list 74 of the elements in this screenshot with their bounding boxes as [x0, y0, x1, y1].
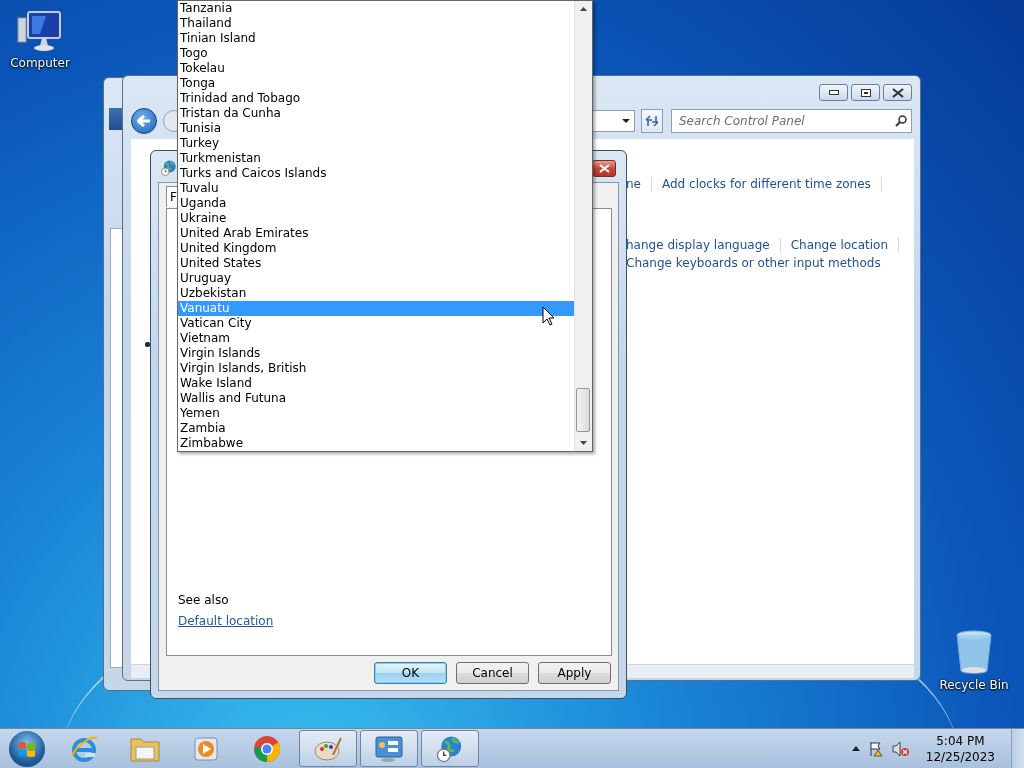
- taskbar-app-button[interactable]: [421, 730, 479, 767]
- back-button[interactable]: [131, 108, 157, 134]
- chrome-browser-icon[interactable]: [252, 733, 282, 764]
- country-option[interactable]: Tuvalu: [178, 181, 574, 196]
- country-option[interactable]: Togo: [178, 46, 574, 61]
- task-link[interactable]: Change location: [790, 238, 900, 253]
- dialog-button[interactable]: Cancel: [456, 662, 529, 684]
- country-option[interactable]: Virgin Islands, British: [178, 361, 574, 376]
- country-option[interactable]: Turkey: [178, 136, 574, 151]
- scrollbar[interactable]: [574, 1, 592, 451]
- dialog-button[interactable]: OK: [374, 662, 447, 684]
- country-option[interactable]: Wallis and Futuna: [178, 391, 574, 406]
- country-option[interactable]: Trinidad and Tobago: [178, 91, 574, 106]
- show-desktop-button[interactable]: [1011, 728, 1024, 768]
- minimize-icon: [828, 90, 839, 95]
- clock[interactable]: 5:04 PM 12/25/2023: [917, 732, 1003, 765]
- clock-date: 12/25/2023: [925, 748, 995, 765]
- task-link[interactable]: Add clocks for different time zones: [662, 177, 882, 192]
- country-option[interactable]: Thailand: [178, 16, 574, 31]
- country-option[interactable]: Zambia: [178, 421, 574, 436]
- refresh-button[interactable]: [641, 109, 663, 133]
- taskbar-app-button[interactable]: [299, 730, 357, 767]
- country-option[interactable]: Turkmenistan: [178, 151, 574, 166]
- close-icon: [598, 164, 610, 173]
- see-also-heading: See also: [178, 593, 230, 607]
- flag-warning-icon[interactable]: [867, 740, 884, 757]
- windows-logo-icon: [18, 740, 36, 757]
- speaker-muted-icon[interactable]: [891, 740, 910, 757]
- dialog-button[interactable]: Apply: [538, 662, 611, 684]
- dropdown-caret-icon: [622, 119, 630, 123]
- control-panel-icon[interactable]: [374, 734, 404, 763]
- scroll-thumb[interactable]: [576, 388, 590, 432]
- country-option[interactable]: Wake Island: [178, 376, 574, 391]
- country-option[interactable]: United Kingdom: [178, 241, 574, 256]
- refresh-arrows-icon: [645, 115, 659, 127]
- country-option[interactable]: Vatican City: [178, 316, 574, 331]
- country-option[interactable]: Tristan da Cunha: [178, 106, 574, 121]
- search-field[interactable]: Search Control Panel: [671, 109, 912, 133]
- maximize-button[interactable]: [851, 84, 880, 101]
- country-option[interactable]: Tinian Island: [178, 31, 574, 46]
- country-option[interactable]: Tanzania: [178, 1, 574, 16]
- mouse-pointer-icon: [542, 306, 555, 326]
- bullet-icon: [145, 342, 150, 347]
- country-option[interactable]: Vietnam: [178, 331, 574, 346]
- country-option[interactable]: Turks and Caicos Islands: [178, 166, 574, 181]
- country-option[interactable]: Tonga: [178, 76, 574, 91]
- start-button[interactable]: [9, 730, 45, 767]
- country-option[interactable]: Uruguay: [178, 271, 574, 286]
- restore-icon: [860, 88, 871, 97]
- task-link[interactable]: Change keyboards or other input methods: [626, 256, 891, 271]
- country-option[interactable]: Ukraine: [178, 211, 574, 226]
- country-option[interactable]: Virgin Islands: [178, 346, 574, 361]
- country-option[interactable]: Tunisia: [178, 121, 574, 136]
- country-option[interactable]: Uganda: [178, 196, 574, 211]
- computer-monitor-icon[interactable]: [16, 10, 64, 54]
- country-option[interactable]: Zimbabwe: [178, 436, 574, 451]
- country-option[interactable]: Uzbekistan: [178, 286, 574, 301]
- show-hidden-icons-icon[interactable]: [851, 746, 860, 751]
- desktop-icon-label[interactable]: Recycle Bin: [939, 678, 1009, 692]
- search-icon[interactable]: [895, 115, 907, 127]
- country-option[interactable]: Tokelau: [178, 61, 574, 76]
- minimize-button[interactable]: [819, 84, 848, 101]
- default-location-link[interactable]: Default location: [178, 614, 274, 628]
- country-option[interactable]: United States: [178, 256, 574, 271]
- clock-time: 5:04 PM: [936, 732, 985, 749]
- taskbar-app-button[interactable]: [360, 730, 418, 767]
- country-option[interactable]: United Arab Emirates: [178, 226, 574, 241]
- recycle-bin-icon[interactable]: [954, 630, 994, 676]
- back-arrow-icon: [137, 115, 151, 127]
- close-icon: [891, 87, 904, 98]
- close-button[interactable]: [592, 160, 616, 177]
- close-button[interactable]: [883, 84, 912, 101]
- desktop-icon-label[interactable]: Computer: [10, 56, 70, 70]
- country-option[interactable]: Yemen: [178, 406, 574, 421]
